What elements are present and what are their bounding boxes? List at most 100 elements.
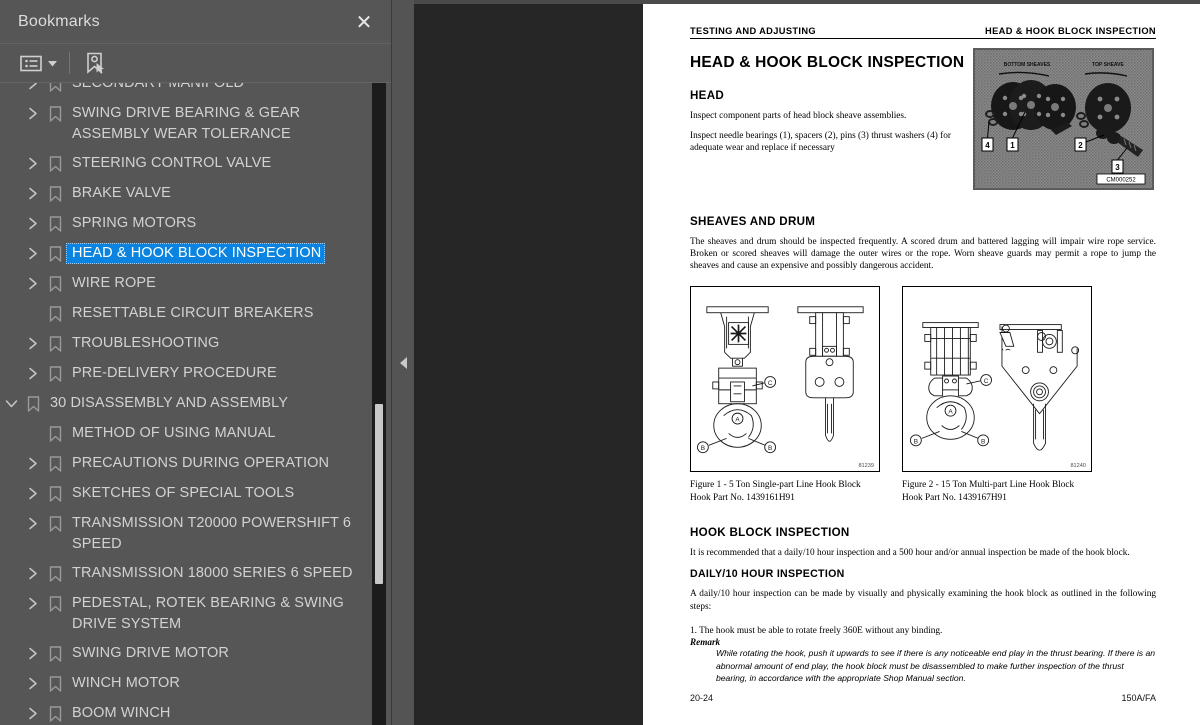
twisty-placeholder (22, 303, 44, 324)
svg-text:B: B (768, 445, 772, 452)
figures-row: A B B C 81239 Figure 1 - 5 Ton Single-pa… (690, 286, 1156, 505)
collapse-left-arrow-icon (399, 356, 407, 369)
chevron-right-icon[interactable] (22, 103, 44, 124)
bookmark-icon (44, 363, 66, 384)
bookmark-item[interactable]: HEAD & HOOK BLOCK INSPECTION (0, 239, 373, 269)
chevron-right-icon[interactable] (22, 333, 44, 354)
chevron-down-icon[interactable] (0, 393, 22, 414)
bookmark-item[interactable]: SECONDARY MANIFOLD (0, 83, 373, 99)
chevron-right-icon[interactable] (22, 273, 44, 294)
figure-2-image: A B B C 81240 (902, 286, 1092, 473)
chevron-right-icon[interactable] (22, 83, 44, 94)
svg-text:B: B (914, 439, 918, 446)
bookmark-options-button[interactable] (18, 53, 59, 74)
chevron-right-icon[interactable] (22, 153, 44, 174)
bookmarks-scrollbar[interactable] (372, 83, 386, 725)
bookmark-item-label: PRECAUTIONS DURING OPERATION (72, 455, 330, 471)
figure-2-caption: Figure 2 - 15 Ton Multi-part Line Hook B… (902, 479, 1092, 505)
bookmark-icon (44, 703, 66, 724)
running-head-left: TESTING AND ADJUSTING (690, 26, 816, 36)
bookmark-item[interactable]: 30 DISASSEMBLY AND ASSEMBLY (0, 389, 373, 419)
bookmark-item[interactable]: TRANSMISSION T20000 POWERSHIFT 6 SPEED (0, 509, 373, 559)
bookmark-item-label: SKETCHES OF SPECIAL TOOLS (72, 485, 295, 501)
bookmark-item[interactable]: WIRE ROPE (0, 269, 373, 299)
new-bookmark-button[interactable] (82, 50, 108, 76)
bookmark-item[interactable]: TRANSMISSION 18000 SERIES 6 SPEED (0, 559, 373, 589)
bookmark-item[interactable]: PEDESTAL, ROTEK BEARING & SWING DRIVE SY… (0, 589, 373, 639)
svg-text:CM000252: CM000252 (1106, 178, 1136, 184)
hook-block-paragraph: It is recommended that a daily/10 hour i… (690, 548, 1130, 559)
chevron-right-icon[interactable] (22, 643, 44, 664)
bookmark-item[interactable]: WINCH MOTOR (0, 669, 373, 699)
bookmark-icon (44, 273, 66, 294)
bookmark-item[interactable]: BOOM WINCH (0, 699, 373, 725)
chevron-right-icon[interactable] (22, 363, 44, 384)
bookmark-icon (44, 303, 66, 324)
figure-2-id: 81240 (1070, 463, 1086, 470)
bookmark-item-label: HEAD & HOOK BLOCK INSPECTION (66, 243, 326, 264)
svg-text:B: B (701, 445, 705, 452)
bookmarks-tree: SECONDARY MANIFOLD SWING DRIVE BEARING & … (0, 83, 373, 725)
panel-collapse-handle[interactable] (392, 0, 414, 725)
bookmark-item-label: PRE-DELIVERY PROCEDURE (72, 365, 277, 381)
bookmark-item-label: SPRING MOTORS (72, 215, 197, 231)
sheaves-paragraph: The sheaves and drum should be inspected… (690, 236, 1156, 272)
chevron-down-icon (48, 60, 57, 67)
bookmark-item[interactable]: SPRING MOTORS (0, 209, 373, 239)
bookmark-icon (44, 483, 66, 504)
bookmark-item-label: WIRE ROPE (72, 275, 156, 291)
chevron-right-icon[interactable] (22, 703, 44, 724)
bookmark-item-label: SWING DRIVE BEARING & GEAR ASSEMBLY WEAR… (72, 105, 301, 142)
bookmark-icon (44, 213, 66, 234)
bookmarks-panel: Bookmarks ✕ SECONDARY MANIFOLD SWING DRI… (0, 0, 392, 725)
chevron-right-icon[interactable] (22, 243, 44, 264)
chevron-right-icon[interactable] (22, 213, 44, 234)
head-paragraph-1: Inspect component parts of head block sh… (690, 111, 907, 121)
figure-1-caption: Figure 1 - 5 Ton Single-part Line Hook B… (690, 479, 880, 505)
figure-2-container: A B B C 81240 Figure 2 - 15 Ton Multi-pa… (902, 286, 1092, 505)
bookmark-item[interactable]: RESETTABLE CIRCUIT BREAKERS (0, 299, 373, 329)
bookmarks-toolbar (0, 44, 391, 83)
bookmarks-scroll-area: SECONDARY MANIFOLD SWING DRIVE BEARING & … (0, 83, 391, 725)
close-icon[interactable]: ✕ (353, 11, 375, 33)
figure-1-caption-line1: Figure 1 - 5 Ton Single-part Line Hook B… (690, 480, 861, 491)
chevron-right-icon[interactable] (22, 673, 44, 694)
bookmark-item[interactable]: STEERING CONTROL VALVE (0, 149, 373, 179)
footer-page-number: 20-24 (690, 693, 714, 703)
bookmark-item[interactable]: BRAKE VALVE (0, 179, 373, 209)
running-head-right: HEAD & HOOK BLOCK INSPECTION (985, 26, 1156, 36)
page-footer: 20-24 150A/FA (690, 693, 1156, 703)
bookmark-item[interactable]: SWING DRIVE BEARING & GEAR ASSEMBLY WEAR… (0, 99, 373, 149)
bookmark-icon (44, 593, 66, 614)
chevron-right-icon[interactable] (22, 563, 44, 584)
svg-text:2: 2 (1078, 141, 1083, 150)
chevron-right-icon[interactable] (22, 453, 44, 474)
running-head: TESTING AND ADJUSTING HEAD & HOOK BLOCK … (690, 26, 1156, 39)
bookmark-icon (44, 563, 66, 584)
figure-1-caption-line2: Hook Part No. 1439161H91 (690, 493, 795, 504)
bookmark-item[interactable]: SWING DRIVE MOTOR (0, 639, 373, 669)
svg-text:3: 3 (1115, 163, 1120, 172)
toolbar-divider (69, 52, 70, 74)
bookmark-item[interactable]: PRE-DELIVERY PROCEDURE (0, 359, 373, 389)
svg-text:TOP SHEAVE: TOP SHEAVE (1092, 62, 1124, 68)
twisty-placeholder (22, 423, 44, 444)
chevron-right-icon[interactable] (22, 513, 44, 534)
bookmark-item[interactable]: SKETCHES OF SPECIAL TOOLS (0, 479, 373, 509)
chevron-right-icon[interactable] (22, 483, 44, 504)
bookmark-item-label: BRAKE VALVE (72, 185, 171, 201)
bookmark-item-label: SWING DRIVE MOTOR (72, 645, 229, 661)
bookmarks-scrollbar-thumb[interactable] (375, 404, 383, 584)
svg-text:4: 4 (985, 141, 990, 150)
bookmark-icon (44, 453, 66, 474)
bookmark-item[interactable]: PRECAUTIONS DURING OPERATION (0, 449, 373, 479)
figure-1-container: A B B C 81239 Figure 1 - 5 Ton Single-pa… (690, 286, 880, 505)
svg-text:A: A (948, 409, 953, 416)
bookmark-icon (44, 643, 66, 664)
bookmark-icon (44, 673, 66, 694)
bookmark-item-label: STEERING CONTROL VALVE (72, 155, 272, 171)
chevron-right-icon[interactable] (22, 593, 44, 614)
chevron-right-icon[interactable] (22, 183, 44, 204)
bookmark-item[interactable]: METHOD OF USING MANUAL (0, 419, 373, 449)
bookmark-item[interactable]: TROUBLESHOOTING (0, 329, 373, 359)
